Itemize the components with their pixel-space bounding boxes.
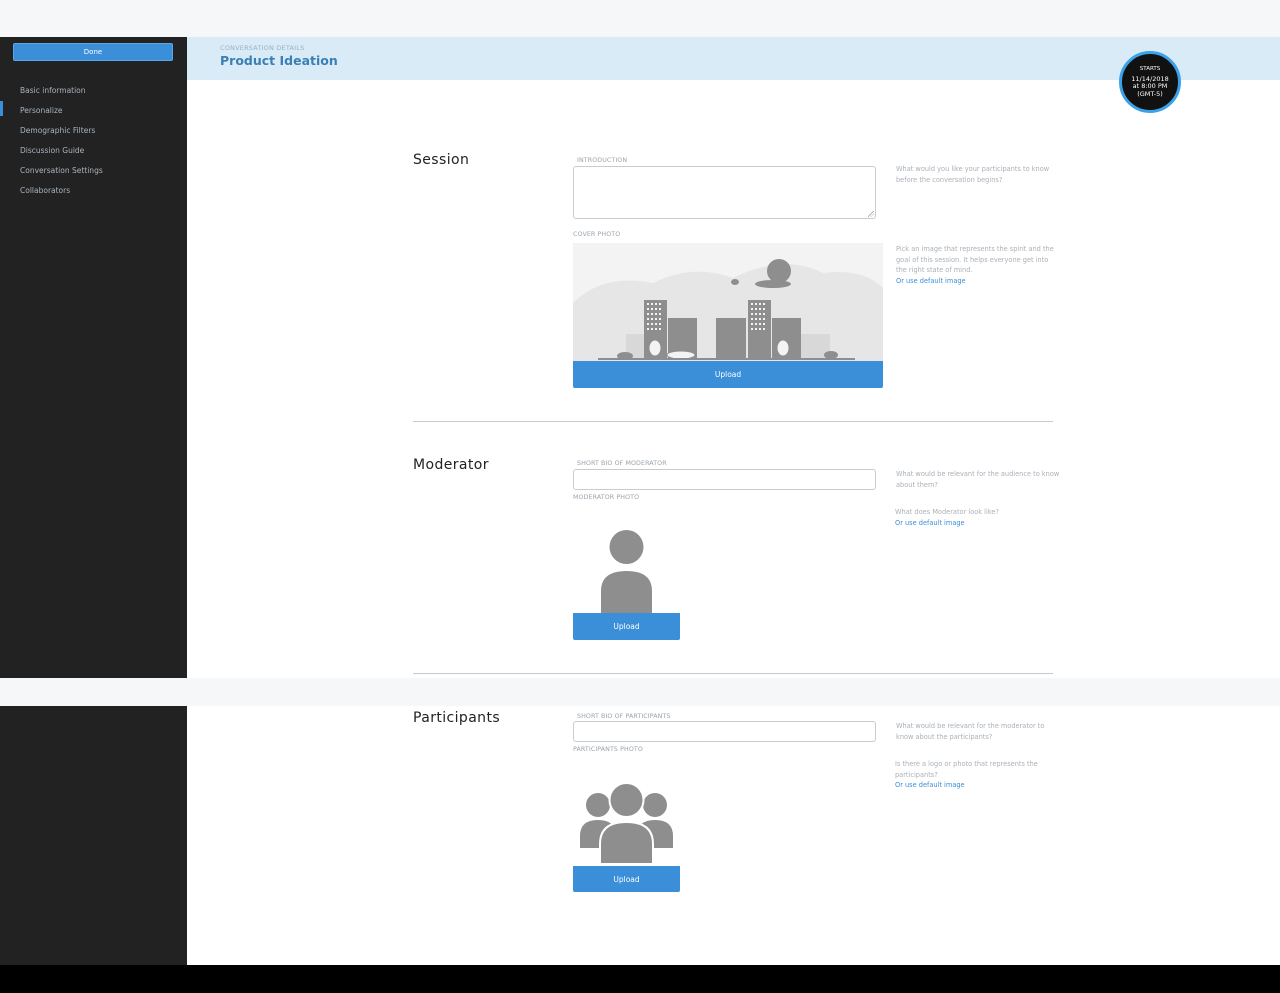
moderator-photo-help: What does Moderator look like? (895, 508, 999, 516)
participants-photo-help: Is there a logo or photo that represents… (895, 760, 1038, 779)
sidebar-continued (0, 706, 187, 965)
participants-default-image-link[interactable]: Or use default image (895, 780, 965, 791)
sidebar-item-basic-information[interactable]: Basic information (0, 84, 187, 104)
sidebar-item-conversation-settings[interactable]: Conversation Settings (0, 164, 187, 184)
scroll-gap (0, 678, 1280, 706)
sidebar-item-discussion-guide[interactable]: Discussion Guide (0, 144, 187, 164)
section-divider (413, 421, 1053, 422)
resize-handle-icon[interactable] (868, 211, 874, 217)
moderator-default-image-link[interactable]: Or use default image (895, 518, 965, 529)
participants-title: Participants (413, 710, 501, 726)
sidebar-item-collaborators[interactable]: Collaborators (0, 184, 187, 204)
group-avatar-icon[interactable] (573, 780, 680, 866)
participants-bio-label: SHORT BIO OF PARTICIPANTS (577, 713, 671, 720)
moderator-bio-help: What would be relevant for the audience … (896, 470, 1060, 489)
starts-badge: STARTS 11/14/2018 at 8:00 PM (GMT-5) (1119, 51, 1181, 113)
main-content-continued: Participants SHORT BIO OF PARTICIPANTS W… (187, 706, 1280, 965)
main-content: CONVERSATION DETAILS Product Ideation ST… (187, 37, 1280, 678)
top-bar (0, 0, 1280, 37)
moderator-bio-input[interactable] (573, 469, 876, 490)
starts-timezone: (GMT-5) (1137, 89, 1163, 98)
city-illustration-icon (573, 259, 883, 361)
person-avatar-icon[interactable] (573, 527, 680, 613)
section-divider (413, 673, 1053, 674)
sidebar-nav: Basic information Personalize Demographi… (0, 84, 187, 204)
cover-photo-help: Pick an image that represents the spirit… (896, 245, 1054, 274)
page-header: CONVERSATION DETAILS Product Ideation (187, 37, 1280, 80)
participants-upload-button[interactable]: Upload (573, 866, 680, 892)
introduction-help: What would you like your participants to… (896, 165, 1050, 184)
cover-photo-label: COVER PHOTO (573, 231, 621, 238)
moderator-photo-label: MODERATOR PHOTO (573, 494, 640, 501)
cover-upload-button[interactable]: Upload (573, 361, 883, 388)
introduction-label: INTRODUCTION (577, 157, 628, 164)
moderator-bio-label: SHORT BIO OF MODERATOR (577, 460, 667, 467)
participants-bio-help: What would be relevant for the moderator… (896, 722, 1045, 741)
moderator-title: Moderator (413, 457, 489, 473)
sidebar: Done Basic information Personalize Demog… (0, 37, 187, 678)
cover-photo[interactable] (573, 243, 883, 361)
page-eyebrow: CONVERSATION DETAILS (220, 44, 305, 52)
sidebar-item-demographic-filters[interactable]: Demographic Filters (0, 124, 187, 144)
done-button[interactable]: Done (13, 43, 173, 61)
starts-label: STARTS (1139, 66, 1161, 72)
participants-bio-input[interactable] (573, 721, 876, 742)
moderator-upload-button[interactable]: Upload (573, 613, 680, 640)
sidebar-item-personalize[interactable]: Personalize (0, 101, 187, 124)
session-title: Session (413, 152, 470, 168)
participants-photo-label: PARTICIPANTS PHOTO (573, 746, 643, 753)
cover-default-image-link[interactable]: Or use default image (896, 276, 966, 287)
introduction-textarea[interactable] (573, 166, 876, 219)
page-title: Product Ideation (220, 53, 338, 68)
